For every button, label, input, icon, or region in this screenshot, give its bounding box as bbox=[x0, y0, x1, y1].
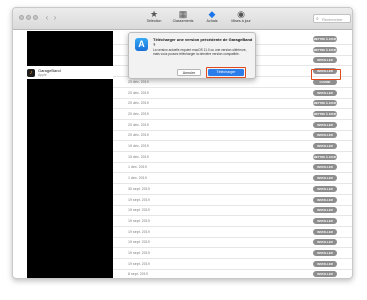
table-row: 30 sept. 2019 INSTALLER bbox=[113, 184, 352, 195]
dialog-message: La version actuelle requiert macOS 11.0 … bbox=[153, 48, 247, 56]
toolbar-item-label: Achats bbox=[206, 19, 218, 23]
toolbar-item-selection[interactable]: ★ Sélection bbox=[139, 10, 169, 29]
table-row: 20 déc. 2019 METTRE À JOUR bbox=[113, 98, 352, 110]
purchase-date: 19 sept. 2019 bbox=[128, 197, 150, 202]
search-input[interactable]: ⌕ Rechercher bbox=[313, 14, 351, 23]
purchase-date: 1 déc. 2019 bbox=[128, 165, 147, 170]
row-action-button[interactable]: METTRE À JOUR bbox=[313, 46, 337, 53]
toolbar: ‹ › ★ Sélection ▦ Classements ◆ Achats ◉… bbox=[13, 8, 352, 30]
row-action-button[interactable]: METTRE À JOUR bbox=[313, 100, 337, 107]
toolbar-item-charts[interactable]: ▦ Classements bbox=[168, 10, 198, 29]
row-action-button[interactable]: INSTALLER bbox=[313, 260, 337, 267]
toolbar-item-label: Sélection bbox=[146, 19, 162, 23]
tag-icon: ◆ bbox=[208, 9, 216, 19]
garageband-icon: ♪ bbox=[27, 69, 35, 77]
table-row: 8 sept. 2019 INSTALLER bbox=[113, 269, 352, 278]
purchase-date: 20 déc. 2019 bbox=[128, 90, 149, 95]
star-icon: ★ bbox=[149, 9, 159, 19]
cancel-button[interactable]: Annuler bbox=[177, 69, 201, 76]
table-row: 15 déc. 2019 METTRE À JOUR bbox=[113, 152, 352, 163]
back-arrow-icon[interactable]: ‹ bbox=[43, 13, 51, 22]
app-store-icon: A bbox=[135, 38, 148, 51]
row-action-button[interactable]: INSTALLER bbox=[313, 164, 337, 171]
app-entry-garageband[interactable]: ♪ GarageBand Apple bbox=[27, 68, 113, 78]
forward-arrow-icon[interactable]: › bbox=[51, 13, 59, 22]
purchase-date: 19 sept. 2019 bbox=[128, 218, 150, 223]
search-placeholder: Rechercher bbox=[322, 16, 343, 22]
table-row: 20 déc. 2019 INSTALLER bbox=[113, 88, 352, 99]
table-row: 1 déc. 2019 INSTALLER bbox=[113, 162, 352, 174]
close-window-button[interactable] bbox=[19, 15, 24, 20]
minimize-window-button[interactable] bbox=[26, 15, 31, 20]
table-row: 20 déc. 2019 INSTALLER bbox=[113, 130, 352, 142]
row-action-button[interactable]: INSTALLER bbox=[313, 175, 337, 182]
toolbar-item-label: Classements bbox=[172, 19, 194, 23]
highlight-box bbox=[311, 69, 341, 80]
table-row: 20 déc. 2019 METTRE À JOUR bbox=[113, 109, 352, 120]
row-action-button[interactable]: INSTALLER bbox=[313, 207, 337, 214]
purchase-date: 20 déc. 2019 bbox=[128, 133, 149, 138]
table-row: 19 sept. 2019 INSTALLER bbox=[113, 216, 352, 227]
purchase-date: 19 sept. 2019 bbox=[128, 251, 150, 255]
row-action-button[interactable]: METTRE À JOUR bbox=[313, 153, 337, 160]
purchases-list: ♪ GarageBand Apple METTRE À JOUR METTRE À… bbox=[13, 31, 352, 278]
redacted-block bbox=[27, 79, 113, 278]
purchase-date: 19 sept. 2019 bbox=[128, 229, 150, 234]
row-action-button[interactable]: INSTALLER bbox=[313, 239, 337, 246]
update-icon: ◉ bbox=[237, 9, 245, 19]
dialog-title: Télécharger une version précédente de Ga… bbox=[153, 37, 253, 47]
row-action-button[interactable]: INSTALLER bbox=[313, 271, 337, 278]
table-row: 19 sept. 2019 INSTALLER bbox=[113, 205, 352, 217]
search-icon: ⌕ bbox=[316, 16, 319, 22]
row-action-button[interactable]: INSTALLER bbox=[313, 185, 337, 192]
row-action-button[interactable]: INSTALLER bbox=[313, 196, 337, 203]
download-previous-version-dialog: A Télécharger une version précédente de … bbox=[128, 32, 256, 79]
purchase-date: 19 sept. 2019 bbox=[128, 240, 150, 245]
download-button[interactable]: Télécharger bbox=[208, 69, 244, 76]
table-row: 19 sept. 2019 INSTALLER bbox=[113, 248, 352, 259]
redacted-block bbox=[27, 31, 113, 66]
purchase-date: 20 déc. 2019 bbox=[128, 101, 149, 106]
app-store-window: ‹ › ★ Sélection ▦ Classements ◆ Achats ◉… bbox=[12, 7, 353, 279]
table-row: 19 sept. 2019 INSTALLER bbox=[113, 259, 352, 270]
toolbar-item-updates[interactable]: ◉ Mises à jour bbox=[226, 10, 256, 29]
purchase-date: 8 sept. 2019 bbox=[128, 272, 148, 277]
purchase-date: 19 sept. 2019 bbox=[128, 208, 150, 213]
purchase-date: 20 déc. 2019 bbox=[128, 79, 149, 84]
row-action-button[interactable]: INSTALLER bbox=[313, 121, 337, 128]
toolbar-item-purchases[interactable]: ◆ Achats bbox=[197, 10, 227, 29]
row-action-button[interactable]: INSTALLER bbox=[313, 143, 337, 149]
app-developer: Apple bbox=[38, 73, 47, 77]
purchase-date: 20 déc. 2019 bbox=[128, 122, 149, 127]
purchase-date: 15 déc. 2019 bbox=[128, 154, 149, 159]
table-row: 1 déc. 2019 INSTALLER bbox=[113, 173, 352, 185]
table-row: 20 déc. 2019 INSTALLER bbox=[113, 120, 352, 131]
table-row: 19 sept. 2019 INSTALLER bbox=[113, 195, 352, 206]
grid-icon: ▦ bbox=[178, 9, 188, 19]
row-action-button[interactable]: METTRE À JOUR bbox=[313, 110, 337, 117]
toolbar-item-label: Mises à jour bbox=[231, 19, 251, 23]
table-row: 19 sept. 2019 INSTALLER bbox=[113, 237, 352, 249]
row-action-button[interactable]: METTRE À JOUR bbox=[313, 36, 337, 42]
zoom-window-button[interactable] bbox=[33, 15, 38, 20]
row-action-button[interactable]: INSTALLER bbox=[313, 228, 337, 235]
purchase-date: 30 sept. 2019 bbox=[128, 186, 150, 191]
purchase-date: 1 déc. 2019 bbox=[128, 176, 147, 181]
purchase-date: 20 déc. 2019 bbox=[128, 111, 149, 116]
row-action-button[interactable]: INSTALLER bbox=[313, 217, 337, 224]
row-action-button[interactable]: INSTALLER bbox=[313, 250, 337, 256]
row-action-button[interactable]: INSTALLER bbox=[313, 89, 337, 96]
row-action-button[interactable]: INSTALLER bbox=[313, 57, 337, 64]
table-row: 19 déc. 2019 INSTALLER bbox=[113, 141, 352, 152]
purchase-date: 19 sept. 2019 bbox=[128, 261, 150, 266]
purchase-date: 19 déc. 2019 bbox=[128, 144, 149, 148]
row-action-button[interactable]: INSTALLER bbox=[313, 132, 337, 139]
table-row: 19 sept. 2019 INSTALLER bbox=[113, 227, 352, 238]
